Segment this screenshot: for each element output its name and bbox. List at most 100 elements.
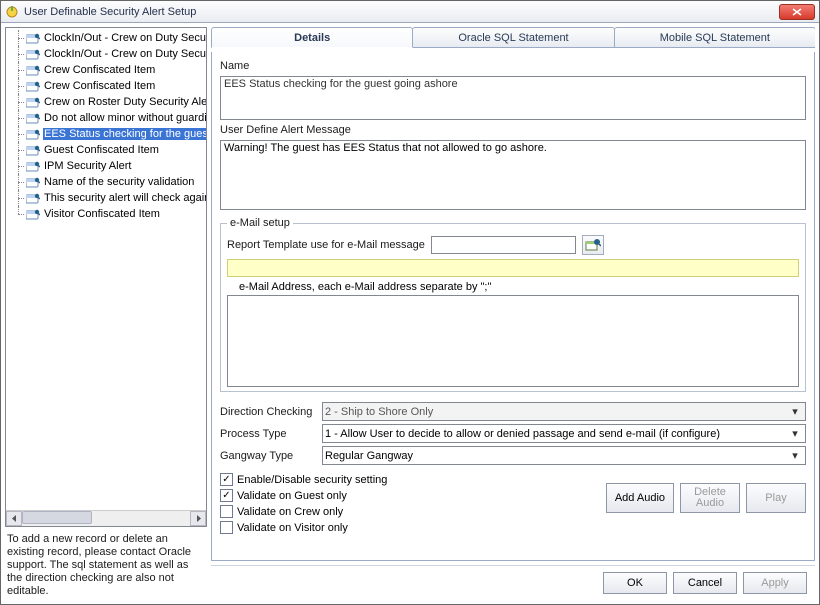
gangway-type-select[interactable]: Regular Gangway ▾ [322,446,806,465]
tab[interactable]: Oracle SQL Statement [412,27,614,48]
tree-item[interactable]: Crew Confiscated Item [6,78,206,94]
ok-button[interactable]: OK [603,572,667,594]
alert-message-input[interactable] [220,140,806,210]
page-icon [26,97,40,108]
left-column: ClockIn/Out - Crew on Duty Security Al Cl… [5,27,207,600]
page-icon [26,49,40,60]
tree-item[interactable]: ClockIn/Out - Crew on Duty Security Al [6,30,206,46]
name-label: Name [220,60,806,72]
validate-guest-label: Validate on Guest only [237,490,347,502]
tree-item-label: Crew on Roster Duty Security Alert [43,96,206,108]
process-type-value: 1 - Allow User to decide to allow or den… [325,428,720,440]
page-icon [26,65,40,76]
email-address-list[interactable] [227,295,799,387]
validate-visitor-label: Validate on Visitor only [237,522,348,534]
browse-icon [585,238,601,252]
email-yellow-field[interactable] [227,259,799,277]
tree-connector [12,158,26,174]
body: ClockIn/Out - Crew on Duty Security Al Cl… [1,23,819,604]
close-button[interactable] [779,4,815,20]
tree-item[interactable]: Guest Confiscated Item [6,142,206,158]
tree-hscrollbar[interactable] [6,510,206,526]
enable-disable-checkbox[interactable]: ✓ [220,473,233,486]
report-template-browse-button[interactable] [582,235,604,255]
tree-item-label: Crew Confiscated Item [43,80,156,92]
tree-item[interactable]: Crew on Roster Duty Security Alert [6,94,206,110]
tree-connector [12,174,26,190]
report-template-row: Report Template use for e-Mail message [227,235,799,255]
tree-item[interactable]: EES Status checking for the guest going [6,126,206,142]
tab[interactable]: Details [211,27,413,48]
scroll-right-button[interactable] [190,511,206,526]
email-setup-group: e-Mail setup Report Template use for e-M… [220,217,806,392]
scroll-left-button[interactable] [6,511,22,526]
tree-connector [12,46,26,62]
close-icon [792,8,802,16]
validate-visitor-checkbox[interactable] [220,521,233,534]
tree-connector [12,78,26,94]
gangway-label: Gangway Type [220,450,318,462]
tree-item[interactable]: Do not allow minor without guardian to [6,110,206,126]
validate-crew-checkbox[interactable] [220,505,233,518]
tree-panel: ClockIn/Out - Crew on Duty Security Al Cl… [5,27,207,527]
name-input[interactable] [220,76,806,120]
page-icon [26,161,40,172]
dialog-button-bar: OK Cancel Apply [211,565,815,600]
window: User Definable Security Alert Setup Cloc… [0,0,820,605]
validate-crew-row[interactable]: Validate on Crew only [220,505,387,518]
tree-item-label: ClockIn/Out - Crew on Duty Security Al [43,48,206,60]
chevron-down-icon: ▾ [787,449,803,462]
page-icon [26,177,40,188]
enable-disable-row[interactable]: ✓ Enable/Disable security setting [220,473,387,486]
chevron-down-icon: ▾ [787,405,803,418]
page-icon [26,193,40,204]
tab-bar: DetailsOracle SQL StatementMobile SQL St… [211,27,815,48]
tree-connector [12,62,26,78]
app-icon [5,5,19,19]
page-icon [26,129,40,140]
process-type-select[interactable]: 1 - Allow User to decide to allow or den… [322,424,806,443]
tree-connector [12,30,26,46]
tree-connector [12,206,26,222]
tree-item-label: Do not allow minor without guardian to [43,112,206,124]
direction-value: 2 - Ship to Shore Only [325,406,433,418]
tree[interactable]: ClockIn/Out - Crew on Duty Security Al Cl… [6,28,206,224]
validate-guest-checkbox[interactable]: ✓ [220,489,233,502]
tree-item[interactable]: Name of the security validation [6,174,206,190]
direction-select: 2 - Ship to Shore Only ▾ [322,402,806,421]
add-audio-button[interactable]: Add Audio [606,483,674,513]
tree-connector [12,190,26,206]
report-template-label: Report Template use for e-Mail message [227,239,425,251]
report-template-input[interactable] [431,236,576,254]
validate-crew-label: Validate on Crew only [237,506,343,518]
page-icon [26,209,40,220]
scroll-thumb[interactable] [22,511,92,524]
tree-item[interactable]: Visitor Confiscated Item [6,206,206,222]
tree-connector [12,142,26,158]
play-button: Play [746,483,806,513]
msg-label: User Define Alert Message [220,124,806,136]
tree-item[interactable]: IPM Security Alert [6,158,206,174]
tree-connector [12,94,26,110]
direction-label: Direction Checking [220,406,318,418]
titlebar: User Definable Security Alert Setup [1,1,819,23]
page-icon [26,145,40,156]
email-address-hint: e-Mail Address, each e-Mail address sepa… [227,281,799,293]
tree-item[interactable]: Crew Confiscated Item [6,62,206,78]
scroll-track[interactable] [22,511,190,526]
page-icon [26,33,40,44]
tree-item[interactable]: ClockIn/Out - Crew on Duty Security Al [6,46,206,62]
tree-item-label: Guest Confiscated Item [43,144,160,156]
tree-item-label: This security alert will check against i… [43,192,206,204]
delete-audio-button: DeleteAudio [680,483,740,513]
cancel-button[interactable]: Cancel [673,572,737,594]
tree-item[interactable]: This security alert will check against i… [6,190,206,206]
tab-body-details: Name User Define Alert Message e-Mail se… [211,52,815,561]
tab[interactable]: Mobile SQL Statement [614,27,815,48]
gangway-type-value: Regular Gangway [325,450,413,462]
validate-guest-row[interactable]: ✓ Validate on Guest only [220,489,387,502]
validate-visitor-row[interactable]: Validate on Visitor only [220,521,387,534]
tree-connector [12,126,26,142]
process-label: Process Type [220,428,318,440]
tree-item-label: Crew Confiscated Item [43,64,156,76]
